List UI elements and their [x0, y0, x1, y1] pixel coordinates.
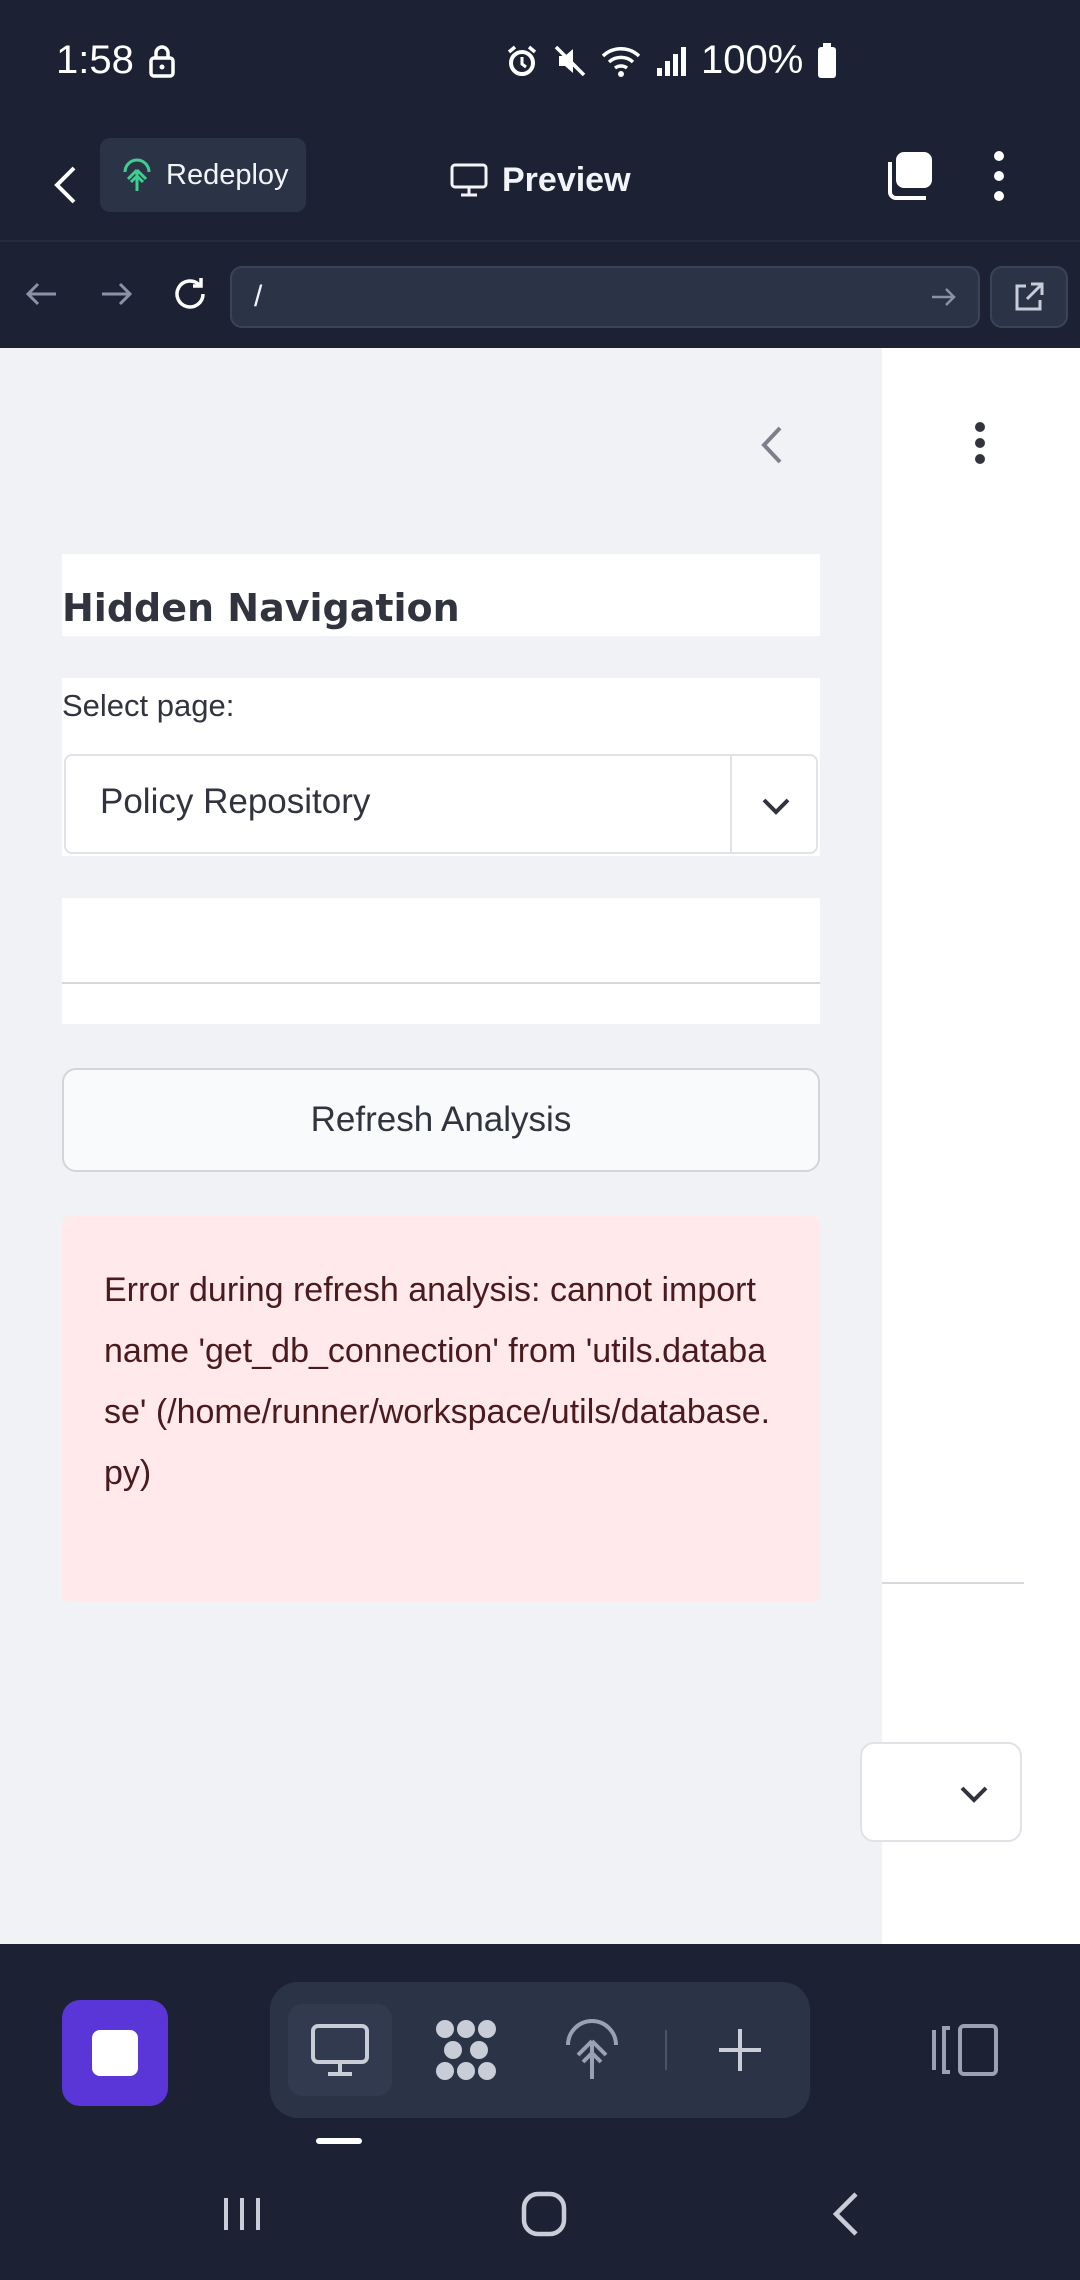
redeploy-button[interactable]: Redeploy	[100, 138, 306, 212]
battery-icon	[818, 42, 837, 78]
preview-title: Preview	[450, 150, 631, 210]
split-view-icon[interactable]	[930, 2020, 1000, 2080]
bottom-toolbar	[0, 1944, 1080, 2144]
extensions-icon	[436, 2020, 496, 2080]
app-header: Redeploy Preview	[0, 130, 1080, 240]
divider	[62, 982, 820, 984]
extensions-tool-button[interactable]	[414, 2004, 518, 2096]
desktop-tool-button[interactable]	[288, 2004, 392, 2096]
desktop-icon	[311, 2024, 369, 2076]
more-menu-icon[interactable]	[984, 148, 1014, 204]
redeploy-label: Redeploy	[166, 158, 289, 191]
system-back-icon[interactable]	[820, 2186, 876, 2242]
select-divider	[730, 756, 732, 852]
error-message: Error during refresh analysis: cannot im…	[104, 1271, 771, 1492]
preview-title-text: Preview	[502, 160, 631, 199]
status-time: 1:58	[56, 38, 176, 83]
deploy-tool-button[interactable]	[540, 2004, 644, 2096]
home-icon[interactable]	[516, 2186, 572, 2242]
system-nav-bar	[0, 2144, 1080, 2280]
browser-forward-icon[interactable]	[96, 274, 136, 314]
browser-back-icon[interactable]	[22, 274, 62, 314]
add-tool-button[interactable]	[688, 2004, 792, 2096]
main-divider	[882, 1582, 1024, 1584]
reload-icon[interactable]	[170, 274, 210, 314]
page-select[interactable]: Policy Repository	[64, 754, 818, 854]
open-external-button[interactable]	[990, 266, 1068, 328]
webview: Hidden Navigation Select page: Policy Re…	[0, 348, 1080, 1944]
select-value: Policy Repository	[100, 782, 371, 821]
mute-icon	[554, 45, 586, 76]
page-select-panel: Select page: Policy Repository	[62, 678, 820, 856]
nav-heading-panel: Hidden Navigation	[62, 554, 820, 636]
clock-text: 1:58	[56, 38, 134, 82]
lock-icon	[149, 44, 175, 78]
tool-separator	[665, 2030, 667, 2070]
status-icons: 100%	[505, 38, 837, 83]
signal-icon	[657, 46, 686, 76]
refresh-analysis-button[interactable]: Refresh Analysis	[62, 1068, 820, 1172]
status-bar: 1:58 100%	[0, 0, 1080, 130]
plus-icon	[719, 2029, 761, 2071]
app-switcher-button[interactable]	[62, 2000, 168, 2106]
sidebar: Hidden Navigation Select page: Policy Re…	[0, 348, 882, 1944]
select-label: Select page:	[62, 688, 235, 723]
tabs-icon[interactable]	[882, 150, 934, 202]
back-button[interactable]	[40, 152, 90, 218]
chevron-down-icon	[960, 1786, 988, 1803]
main-select[interactable]	[860, 1742, 1022, 1842]
wifi-icon	[601, 46, 641, 77]
chevron-left-icon	[54, 166, 76, 204]
recent-apps-icon[interactable]	[214, 2186, 270, 2242]
external-link-icon	[1015, 282, 1044, 311]
error-alert: Error during refresh analysis: cannot im…	[62, 1216, 820, 1602]
sidebar-heading: Hidden Navigation	[62, 586, 460, 630]
battery-text: 100%	[701, 38, 804, 82]
deploy-icon	[566, 2019, 618, 2079]
monitor-icon	[450, 163, 488, 197]
main-menu-icon[interactable]	[970, 418, 990, 468]
tool-group	[270, 1982, 810, 2118]
stop-square-icon	[92, 2030, 138, 2076]
deploy-tree-icon	[123, 158, 151, 191]
chevron-down-icon[interactable]	[756, 786, 796, 826]
browser-bar: /	[0, 240, 1080, 348]
go-arrow-icon[interactable]	[928, 282, 958, 312]
url-input[interactable]: /	[230, 266, 980, 328]
url-text: /	[254, 280, 263, 313]
blank-panel	[62, 898, 820, 1024]
collapse-sidebar-icon[interactable]	[752, 420, 792, 470]
alarm-icon	[507, 45, 537, 76]
